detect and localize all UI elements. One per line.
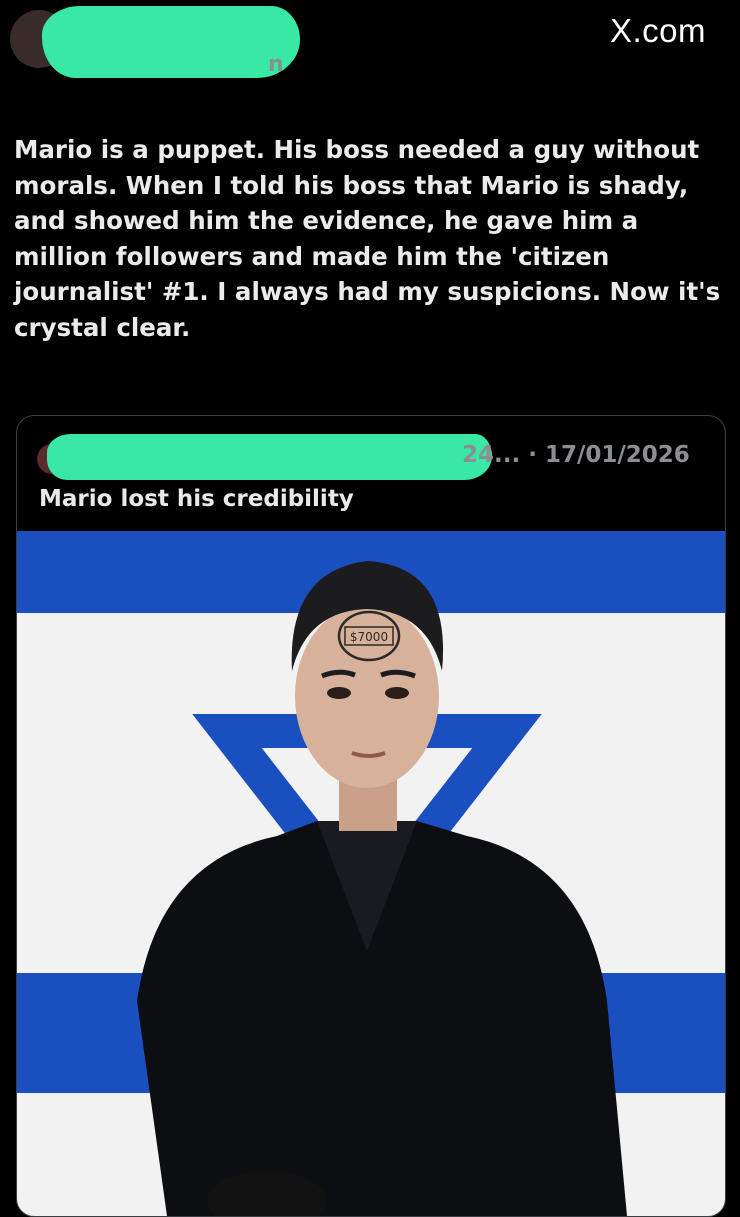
- person-eye-left: [327, 687, 351, 699]
- redaction-mark: [42, 6, 300, 78]
- quoted-post-text: Mario lost his credibility: [39, 486, 354, 512]
- person-eye-right: [385, 687, 409, 699]
- quoted-post-card[interactable]: 24... · 17/01/2026 Mario lost his credib…: [16, 415, 726, 1217]
- quoted-post-image[interactable]: $7000: [17, 531, 725, 1216]
- post-body-text: Mario is a puppet. His boss needed a guy…: [14, 135, 721, 342]
- photo-illustration: $7000: [17, 531, 725, 1216]
- stamp-text: $7000: [350, 630, 388, 644]
- post-header: n X.com: [0, 0, 740, 100]
- site-watermark: X.com: [609, 12, 706, 49]
- quoted-post-meta: 24... · 17/01/2026: [462, 442, 690, 468]
- redaction-mark: [47, 434, 492, 480]
- author-handle-fragment: n: [268, 52, 284, 77]
